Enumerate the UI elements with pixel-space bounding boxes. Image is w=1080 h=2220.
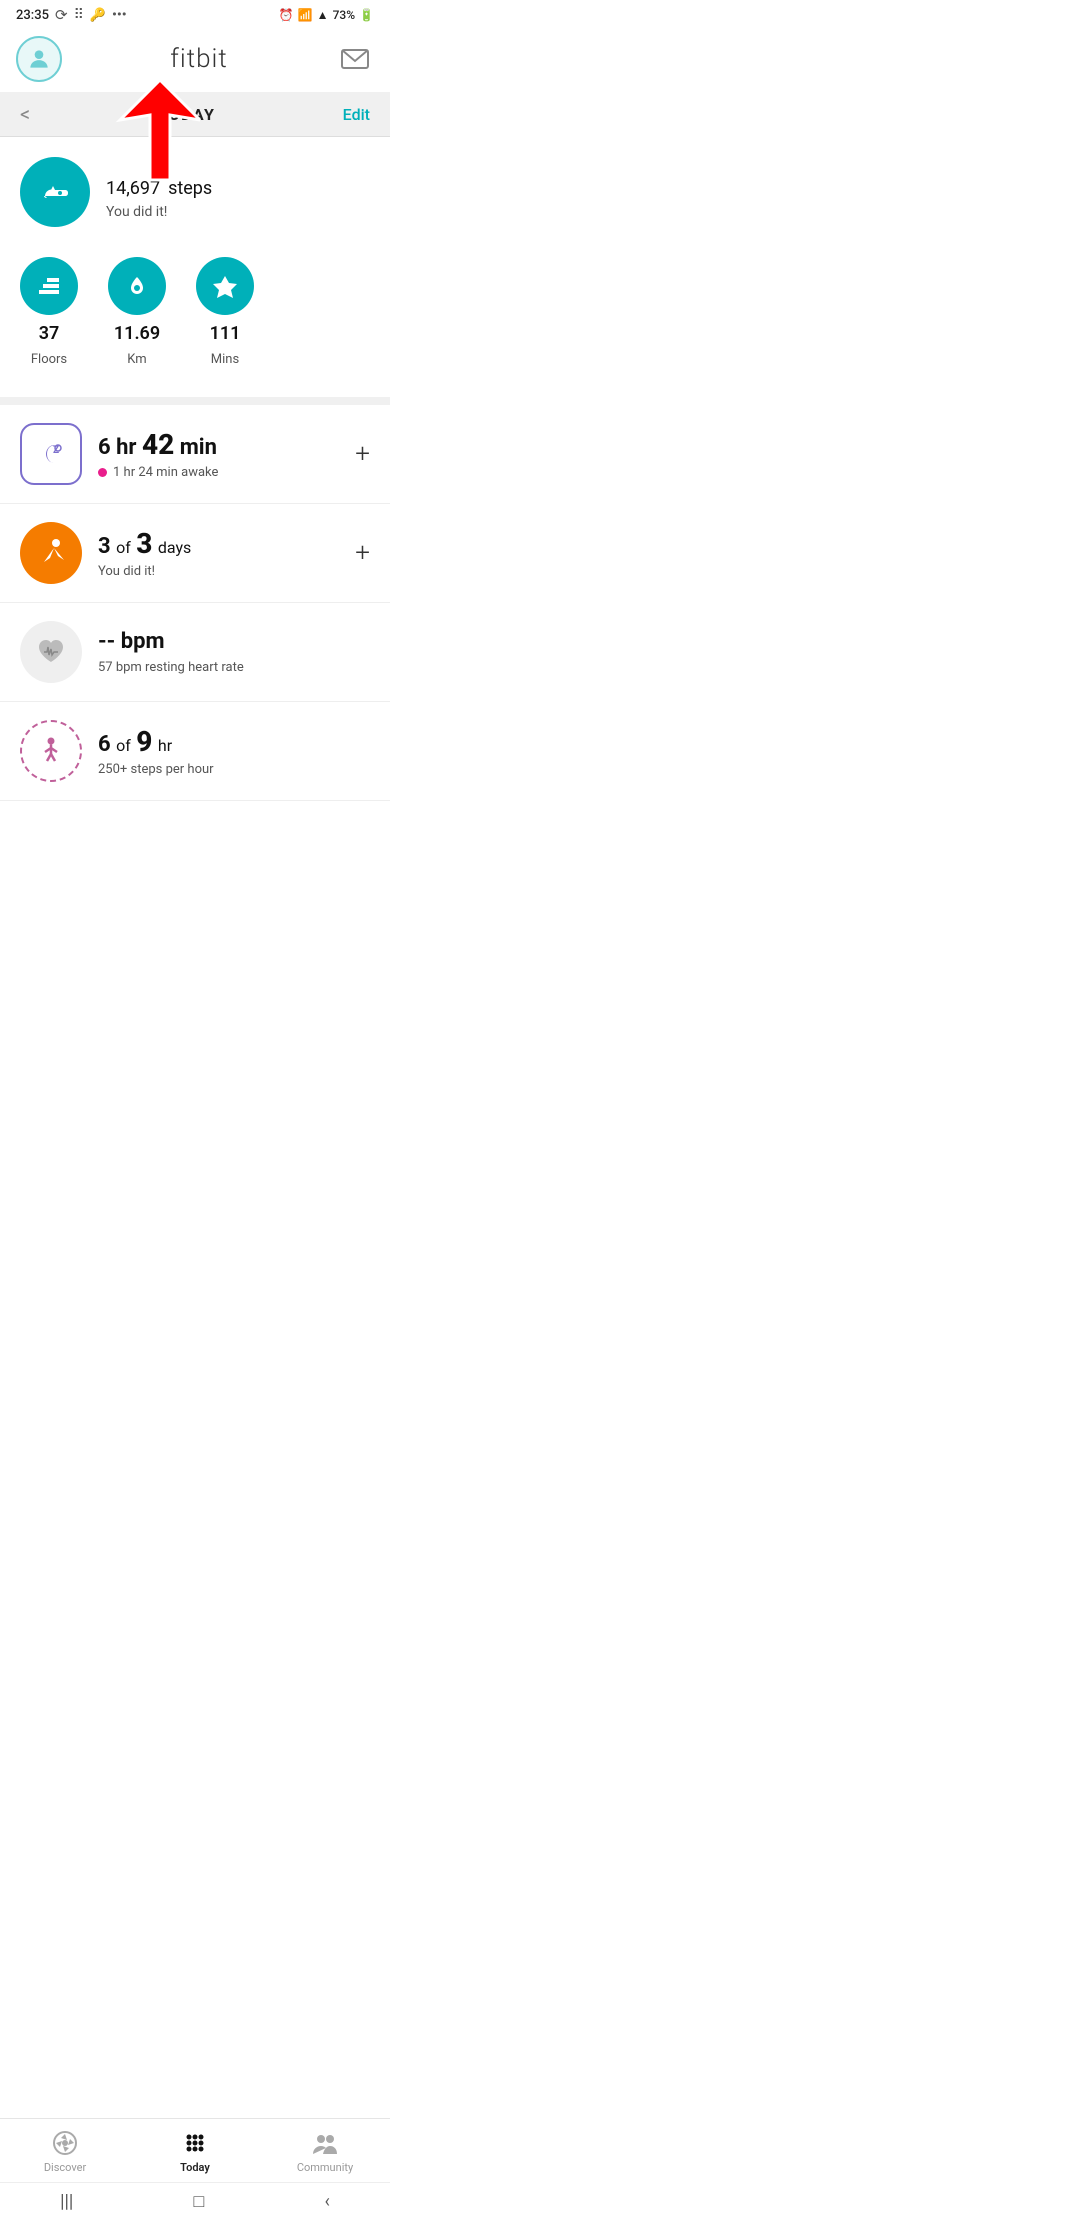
mins-label: Mins xyxy=(211,352,239,367)
awake-dot xyxy=(98,468,107,477)
status-right: ⏰ 📶 ▲ 73% 🔋 xyxy=(279,8,374,22)
wifi-icon: 📶 xyxy=(298,8,313,22)
active-hours-icon xyxy=(20,720,82,782)
discover-icon xyxy=(51,2129,79,2157)
heart-rate-icon xyxy=(20,621,82,683)
steps-main: 14,697 steps You did it! xyxy=(20,157,370,227)
km-icon xyxy=(108,257,166,315)
today-icon xyxy=(181,2129,209,2157)
key-icon: 🔑 xyxy=(90,8,106,23)
nav-title: TODAY xyxy=(157,105,215,124)
tab-discover[interactable]: Discover xyxy=(0,2129,130,2174)
sleep-subtext: 1 hr 24 min awake xyxy=(98,465,345,480)
signal-icon: ▲ xyxy=(317,8,329,22)
community-label: Community xyxy=(297,2161,353,2174)
steps-subtext: You did it! xyxy=(106,204,212,220)
mins-stat[interactable]: 111 Mins xyxy=(196,257,254,367)
tab-bar: Discover Today xyxy=(0,2118,390,2180)
active-hours-subtext: 250+ steps per hour xyxy=(98,762,370,777)
tab-today[interactable]: Today xyxy=(130,2129,260,2174)
heart-rate-subtext: 57 bpm resting heart rate xyxy=(98,660,370,675)
heart-rate-content: -- bpm 57 bpm resting heart rate xyxy=(98,629,370,674)
tab-community[interactable]: Community xyxy=(260,2129,390,2174)
stats-row: 37 Floors 11.69 Km 11 xyxy=(20,247,370,387)
android-nav: ||| □ ‹ xyxy=(0,2182,390,2220)
nav-bar: < TODAY Edit xyxy=(0,92,390,137)
status-bar: 23:35 ⟳ ⠿ 🔑 ••• ⏰ 📶 ▲ 73% 🔋 xyxy=(0,0,390,28)
sleep-content: 6 hr 42 min 1 hr 24 min awake xyxy=(98,428,345,481)
activity-add-button[interactable]: + xyxy=(345,538,370,568)
floors-stat[interactable]: 37 Floors xyxy=(20,257,78,367)
floors-value: 37 xyxy=(39,323,60,344)
steps-info: 14,697 steps You did it! xyxy=(106,164,212,220)
main-content: 14,697 steps You did it! 37 Floors xyxy=(0,137,390,921)
back-button[interactable]: < xyxy=(20,102,30,126)
battery-icon: 🔋 xyxy=(359,8,374,22)
floors-label: Floors xyxy=(31,352,67,367)
today-label: Today xyxy=(180,2161,210,2174)
more-icon: ••• xyxy=(112,7,127,23)
sync-icon: ⟳ xyxy=(55,6,68,24)
heart-rate-value: -- bpm xyxy=(98,629,370,655)
app-title: fitbit xyxy=(170,44,227,74)
km-stat[interactable]: 11.69 Km xyxy=(108,257,166,367)
heart-rate-card[interactable]: -- bpm 57 bpm resting heart rate xyxy=(0,603,390,702)
km-value: 11.69 xyxy=(114,323,160,344)
discover-label: Discover xyxy=(44,2161,86,2174)
avatar[interactable] xyxy=(16,36,62,82)
active-hours-content: 6 of 9 hr 250+ steps per hour xyxy=(98,725,370,778)
sleep-card[interactable]: Z 6 hr 42 min 1 hr 24 min awake + xyxy=(0,405,390,504)
floors-icon xyxy=(20,257,78,315)
sleep-icon: Z xyxy=(20,423,82,485)
mins-value: 111 xyxy=(210,323,241,344)
alarm-icon: ⏰ xyxy=(279,8,294,22)
community-icon xyxy=(311,2129,339,2157)
grid-icon: ⠿ xyxy=(74,7,84,23)
android-back-button[interactable]: ‹ xyxy=(324,2191,329,2212)
activity-icon xyxy=(20,522,82,584)
mail-button[interactable] xyxy=(336,40,374,78)
steps-section: 14,697 steps You did it! 37 Floors xyxy=(0,137,390,397)
edit-button[interactable]: Edit xyxy=(343,105,370,124)
activity-subtext: You did it! xyxy=(98,564,345,579)
divider-1 xyxy=(0,397,390,405)
sleep-duration: 6 hr 42 min xyxy=(98,428,345,462)
activity-card[interactable]: 3 of 3 days You did it! + xyxy=(0,504,390,603)
active-hours-value: 6 of 9 hr xyxy=(98,725,370,759)
android-home-button[interactable]: □ xyxy=(193,2191,204,2212)
steps-count: 14,697 steps xyxy=(106,164,212,202)
mins-icon xyxy=(196,257,254,315)
activity-days: 3 of 3 days xyxy=(98,527,345,561)
activity-content: 3 of 3 days You did it! xyxy=(98,527,345,580)
battery-percent: 73% xyxy=(333,8,355,22)
status-left: 23:35 ⟳ ⠿ 🔑 ••• xyxy=(16,6,127,24)
sleep-add-button[interactable]: + xyxy=(345,439,370,469)
android-menu-button[interactable]: ||| xyxy=(60,2191,73,2212)
steps-icon[interactable] xyxy=(20,157,90,227)
km-label: Km xyxy=(127,352,146,367)
active-hours-card[interactable]: 6 of 9 hr 250+ steps per hour xyxy=(0,702,390,801)
status-time: 23:35 xyxy=(16,8,49,23)
app-header: fitbit xyxy=(0,28,390,92)
